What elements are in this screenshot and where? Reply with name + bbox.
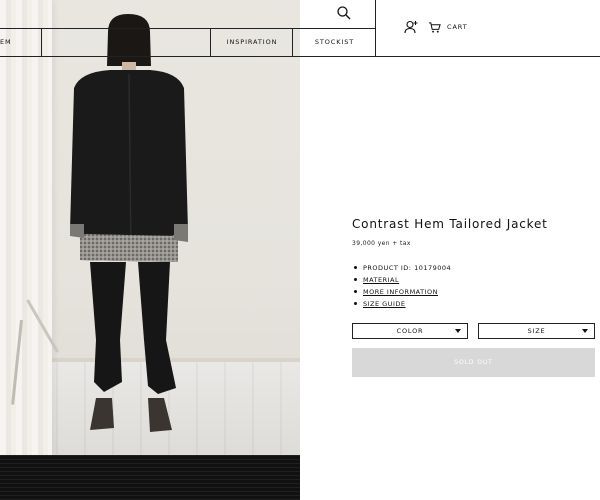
color-select[interactable]: COLOR — [352, 323, 468, 339]
strip-texture — [0, 455, 300, 500]
product-photo — [0, 0, 300, 455]
cart-icon — [428, 21, 441, 33]
nav-item-label: EM — [0, 38, 12, 46]
cart-button[interactable]: CART — [428, 20, 468, 34]
sold-out-button[interactable]: SOLD OUT — [352, 348, 595, 377]
chevron-down-icon — [582, 329, 588, 333]
cart-label: CART — [447, 23, 468, 31]
product-id: PRODUCT ID: 10179004 — [352, 262, 451, 274]
photo-curtain — [0, 0, 52, 455]
search-icon[interactable] — [336, 5, 352, 21]
next-photo-strip — [0, 455, 300, 500]
top-bar — [0, 0, 376, 57]
nav-item-label: STOCKIST — [314, 38, 355, 46]
nav-item-label: INSPIRATION — [226, 38, 278, 46]
size-guide-link[interactable]: SIZE GUIDE — [352, 298, 451, 310]
product-details: PRODUCT ID: 10179004 MATERIAL MORE INFOR… — [352, 262, 451, 310]
chevron-down-icon — [455, 329, 461, 333]
user-plus-icon[interactable] — [404, 20, 418, 34]
color-select-label: COLOR — [396, 327, 424, 335]
nav-item-em[interactable]: EM — [0, 28, 41, 56]
size-select[interactable]: SIZE — [478, 323, 595, 339]
material-link[interactable]: MATERIAL — [352, 274, 451, 286]
model-figure — [70, 14, 188, 432]
sold-out-label: SOLD OUT — [454, 359, 493, 366]
nav-item-stockist[interactable]: STOCKIST — [292, 28, 376, 56]
more-information-link[interactable]: MORE INFORMATION — [352, 286, 451, 298]
nav-item-blank[interactable] — [41, 28, 211, 56]
product-title: Contrast Hem Tailored Jacket — [352, 217, 548, 231]
main-nav: EM INSPIRATION STOCKIST — [0, 28, 375, 57]
product-price: 39,000 yen + tax — [352, 240, 411, 247]
size-select-label: SIZE — [527, 327, 546, 335]
nav-item-inspiration[interactable]: INSPIRATION — [210, 28, 293, 56]
